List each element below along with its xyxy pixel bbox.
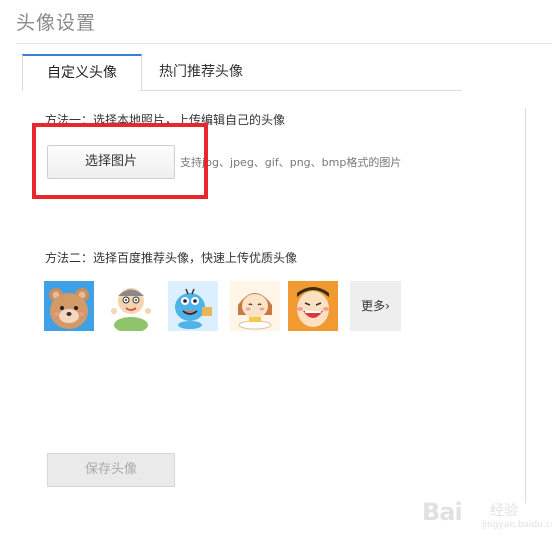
baidu-jingyan-watermark: Bai 经验 jingyan.baidu.com [420,494,552,534]
format-hint: 支持jpg、jpeg、gif、png、bmp格式的图片 [180,156,402,169]
watermark-brand: Bai [422,498,463,526]
page-title: 头像设置 [16,12,97,34]
header-divider [16,43,552,44]
highlight-box [32,123,208,199]
tab-custom-avatar[interactable]: 自定义头像 [22,54,142,90]
laughing-face-avatar[interactable] [288,281,338,331]
method-two-text: 方法二：选择百度推荐头像，快速上传优质头像 [45,251,298,265]
bear-avatar[interactable] [44,281,94,331]
save-avatar-button[interactable]: 保存头像 [47,453,175,487]
more-avatars-button[interactable]: 更多› [350,281,401,331]
girl-eating-avatar[interactable] [230,281,280,331]
blue-creature-avatar[interactable] [168,281,218,331]
tabs-divider-gap [23,90,140,91]
panel-divider [525,108,526,503]
watermark-url: jingyan.baidu.com [482,520,552,530]
tab-hot-recommended[interactable]: 热门推荐头像 [146,54,256,90]
watermark-sub: 经验 [490,503,518,519]
cartoon-boy-avatar[interactable] [106,281,156,331]
